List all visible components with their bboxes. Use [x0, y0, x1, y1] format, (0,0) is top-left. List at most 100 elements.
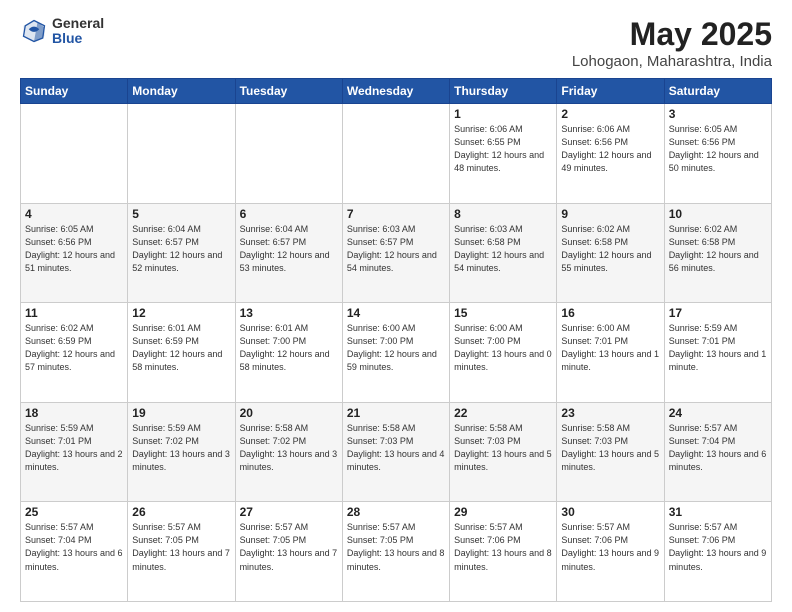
cell-date: 7 — [347, 207, 445, 221]
calendar-cell: 21Sunrise: 5:58 AM Sunset: 7:03 PM Dayli… — [342, 402, 449, 502]
cell-date: 18 — [25, 406, 123, 420]
cell-info: Sunrise: 6:06 AM Sunset: 6:56 PM Dayligh… — [561, 123, 659, 175]
col-header-wednesday: Wednesday — [342, 79, 449, 104]
cell-date: 11 — [25, 306, 123, 320]
cell-date: 5 — [132, 207, 230, 221]
subtitle: Lohogaon, Maharashtra, India — [572, 53, 772, 70]
cell-date: 26 — [132, 505, 230, 519]
cell-info: Sunrise: 6:04 AM Sunset: 6:57 PM Dayligh… — [132, 223, 230, 275]
col-header-friday: Friday — [557, 79, 664, 104]
cell-date: 14 — [347, 306, 445, 320]
calendar-cell — [342, 104, 449, 204]
calendar-cell: 4 Sunrise: 6:05 AM Sunset: 6:56 PM Daylig… — [21, 203, 128, 303]
cell-info: Sunrise: 6:05 AM Sunset: 6:56 PM Dayligh… — [669, 123, 767, 175]
cell-info: Sunrise: 6:06 AM Sunset: 6:55 PM Dayligh… — [454, 123, 552, 175]
calendar-table: SundayMondayTuesdayWednesdayThursdayFrid… — [20, 78, 772, 602]
calendar-cell: 31 Sunrise: 5:57 AM Sunset: 7:06 PM Dayli… — [664, 502, 771, 602]
header-row: SundayMondayTuesdayWednesdayThursdayFrid… — [21, 79, 772, 104]
cell-date: 16 — [561, 306, 659, 320]
cell-info: Sunrise: 5:58 AM Sunset: 7:03 PM Dayligh… — [454, 422, 552, 474]
logo: General Blue — [20, 16, 104, 47]
cell-info: Sunrise: 6:02 AM Sunset: 6:58 PM Dayligh… — [561, 223, 659, 275]
cell-info: Sunrise: 6:03 AM Sunset: 6:57 PM Dayligh… — [347, 223, 445, 275]
cell-info: Sunrise: 5:58 AM Sunset: 7:02 PM Dayligh… — [240, 422, 338, 474]
calendar-row: 18 Sunrise: 5:59 AM Sunset: 7:01 PM Dayli… — [21, 402, 772, 502]
cell-date: 10 — [669, 207, 767, 221]
cell-date: 20 — [240, 406, 338, 420]
calendar-row: 25 Sunrise: 5:57 AM Sunset: 7:04 PM Dayli… — [21, 502, 772, 602]
cell-date: 8 — [454, 207, 552, 221]
main-title: May 2025 — [572, 16, 772, 53]
calendar-cell: 23 Sunrise: 5:58 AM Sunset: 7:03 PM Dayli… — [557, 402, 664, 502]
cell-date: 30 — [561, 505, 659, 519]
logo-text: General Blue — [52, 16, 104, 47]
calendar-cell — [235, 104, 342, 204]
calendar-cell: 15Sunrise: 6:00 AM Sunset: 7:00 PM Dayli… — [450, 303, 557, 403]
calendar-cell: 26 Sunrise: 5:57 AM Sunset: 7:05 PM Dayli… — [128, 502, 235, 602]
cell-info: Sunrise: 6:00 AM Sunset: 7:01 PM Dayligh… — [561, 322, 659, 374]
col-header-saturday: Saturday — [664, 79, 771, 104]
cell-date: 4 — [25, 207, 123, 221]
calendar-cell — [128, 104, 235, 204]
cell-date: 25 — [25, 505, 123, 519]
cell-info: Sunrise: 5:57 AM Sunset: 7:06 PM Dayligh… — [561, 521, 659, 573]
cell-date: 27 — [240, 505, 338, 519]
cell-info: Sunrise: 6:05 AM Sunset: 6:56 PM Dayligh… — [25, 223, 123, 275]
col-header-monday: Monday — [128, 79, 235, 104]
calendar-cell — [21, 104, 128, 204]
calendar-cell: 19Sunrise: 5:59 AM Sunset: 7:02 PM Dayli… — [128, 402, 235, 502]
logo-blue: Blue — [52, 31, 104, 46]
cell-info: Sunrise: 6:02 AM Sunset: 6:58 PM Dayligh… — [669, 223, 767, 275]
calendar-cell: 10 Sunrise: 6:02 AM Sunset: 6:58 PM Dayli… — [664, 203, 771, 303]
calendar-cell: 29 Sunrise: 5:57 AM Sunset: 7:06 PM Dayli… — [450, 502, 557, 602]
cell-info: Sunrise: 5:58 AM Sunset: 7:03 PM Dayligh… — [561, 422, 659, 474]
calendar-cell: 24Sunrise: 5:57 AM Sunset: 7:04 PM Dayli… — [664, 402, 771, 502]
calendar-cell: 5 Sunrise: 6:04 AM Sunset: 6:57 PM Daylig… — [128, 203, 235, 303]
title-block: May 2025 Lohogaon, Maharashtra, India — [572, 16, 772, 70]
header: General Blue May 2025 Lohogaon, Maharash… — [20, 16, 772, 70]
cell-info: Sunrise: 6:03 AM Sunset: 6:58 PM Dayligh… — [454, 223, 552, 275]
cell-date: 21 — [347, 406, 445, 420]
cell-date: 3 — [669, 107, 767, 121]
logo-general: General — [52, 16, 104, 31]
cell-date: 23 — [561, 406, 659, 420]
cell-info: Sunrise: 5:57 AM Sunset: 7:05 PM Dayligh… — [347, 521, 445, 573]
cell-date: 31 — [669, 505, 767, 519]
calendar-cell: 6 Sunrise: 6:04 AM Sunset: 6:57 PM Daylig… — [235, 203, 342, 303]
cell-info: Sunrise: 6:01 AM Sunset: 6:59 PM Dayligh… — [132, 322, 230, 374]
page: General Blue May 2025 Lohogaon, Maharash… — [0, 0, 792, 612]
calendar-cell: 27Sunrise: 5:57 AM Sunset: 7:05 PM Dayli… — [235, 502, 342, 602]
calendar-cell: 1 Sunrise: 6:06 AM Sunset: 6:55 PM Daylig… — [450, 104, 557, 204]
cell-info: Sunrise: 5:59 AM Sunset: 7:01 PM Dayligh… — [669, 322, 767, 374]
cell-info: Sunrise: 5:57 AM Sunset: 7:06 PM Dayligh… — [454, 521, 552, 573]
calendar-cell: 2Sunrise: 6:06 AM Sunset: 6:56 PM Daylig… — [557, 104, 664, 204]
logo-icon — [20, 17, 48, 45]
cell-date: 24 — [669, 406, 767, 420]
calendar-row: 4 Sunrise: 6:05 AM Sunset: 6:56 PM Daylig… — [21, 203, 772, 303]
calendar-cell: 7 Sunrise: 6:03 AM Sunset: 6:57 PM Daylig… — [342, 203, 449, 303]
calendar-cell: 14 Sunrise: 6:00 AM Sunset: 7:00 PM Dayli… — [342, 303, 449, 403]
calendar-cell: 11Sunrise: 6:02 AM Sunset: 6:59 PM Dayli… — [21, 303, 128, 403]
cell-date: 17 — [669, 306, 767, 320]
calendar-row: 1 Sunrise: 6:06 AM Sunset: 6:55 PM Daylig… — [21, 104, 772, 204]
cell-date: 13 — [240, 306, 338, 320]
calendar-cell: 12 Sunrise: 6:01 AM Sunset: 6:59 PM Dayli… — [128, 303, 235, 403]
cell-info: Sunrise: 5:57 AM Sunset: 7:04 PM Dayligh… — [25, 521, 123, 573]
cell-date: 1 — [454, 107, 552, 121]
cell-info: Sunrise: 5:57 AM Sunset: 7:05 PM Dayligh… — [132, 521, 230, 573]
calendar-cell: 18 Sunrise: 5:59 AM Sunset: 7:01 PM Dayli… — [21, 402, 128, 502]
cell-date: 12 — [132, 306, 230, 320]
cell-info: Sunrise: 5:57 AM Sunset: 7:06 PM Dayligh… — [669, 521, 767, 573]
calendar-cell: 13Sunrise: 6:01 AM Sunset: 7:00 PM Dayli… — [235, 303, 342, 403]
cell-info: Sunrise: 6:00 AM Sunset: 7:00 PM Dayligh… — [347, 322, 445, 374]
calendar-cell: 22 Sunrise: 5:58 AM Sunset: 7:03 PM Dayli… — [450, 402, 557, 502]
cell-date: 29 — [454, 505, 552, 519]
cell-info: Sunrise: 6:04 AM Sunset: 6:57 PM Dayligh… — [240, 223, 338, 275]
cell-date: 19 — [132, 406, 230, 420]
cell-date: 28 — [347, 505, 445, 519]
cell-date: 22 — [454, 406, 552, 420]
cell-info: Sunrise: 6:00 AM Sunset: 7:00 PM Dayligh… — [454, 322, 552, 374]
cell-info: Sunrise: 5:59 AM Sunset: 7:01 PM Dayligh… — [25, 422, 123, 474]
cell-date: 6 — [240, 207, 338, 221]
calendar-cell: 3 Sunrise: 6:05 AM Sunset: 6:56 PM Daylig… — [664, 104, 771, 204]
